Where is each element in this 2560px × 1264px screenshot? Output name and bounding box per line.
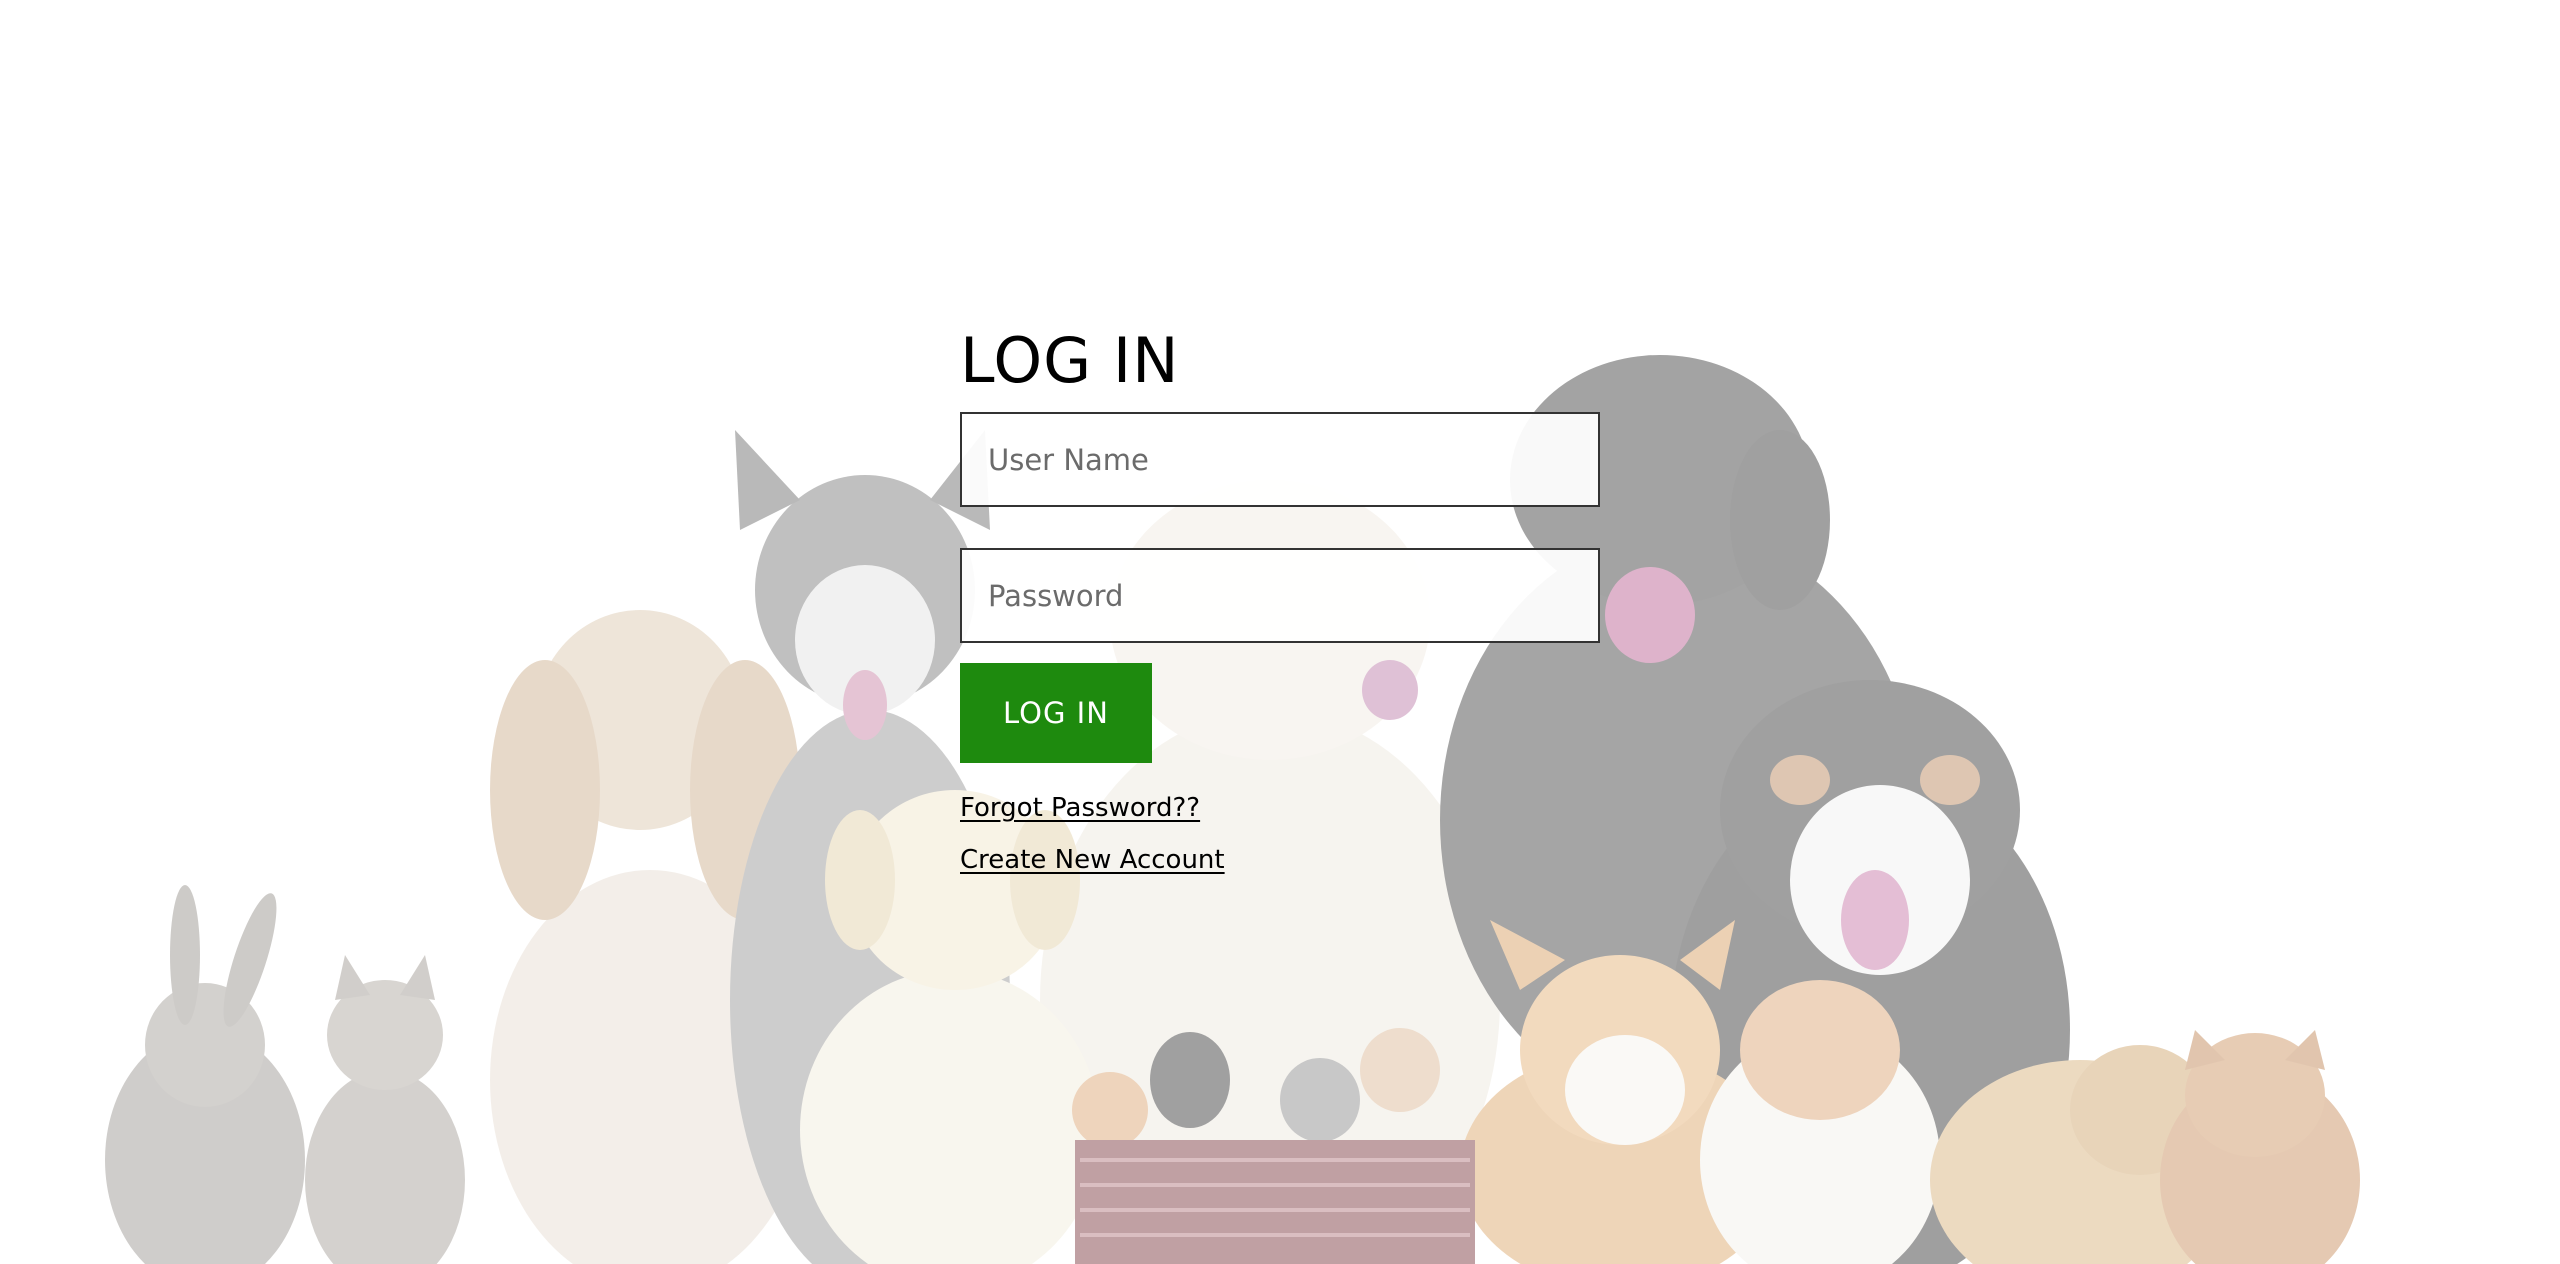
create-account-link[interactable]: Create New Account	[960, 845, 1225, 875]
login-form: LOG IN LOG IN Forgot Password?? Create N…	[960, 330, 1610, 875]
page-title: LOG IN	[960, 324, 1180, 397]
tabby-kitten-illustration	[305, 955, 465, 1264]
orange-kitten-illustration	[2160, 1030, 2360, 1264]
forgot-password-link[interactable]: Forgot Password??	[960, 793, 1200, 823]
account-links: Forgot Password?? Create New Account	[960, 763, 1610, 875]
login-button[interactable]: LOG IN	[960, 663, 1152, 763]
username-input[interactable]	[960, 412, 1600, 507]
rabbit-illustration	[105, 885, 305, 1264]
login-page: LOG IN LOG IN Forgot Password?? Create N…	[0, 0, 2560, 1264]
password-input[interactable]	[960, 548, 1600, 643]
